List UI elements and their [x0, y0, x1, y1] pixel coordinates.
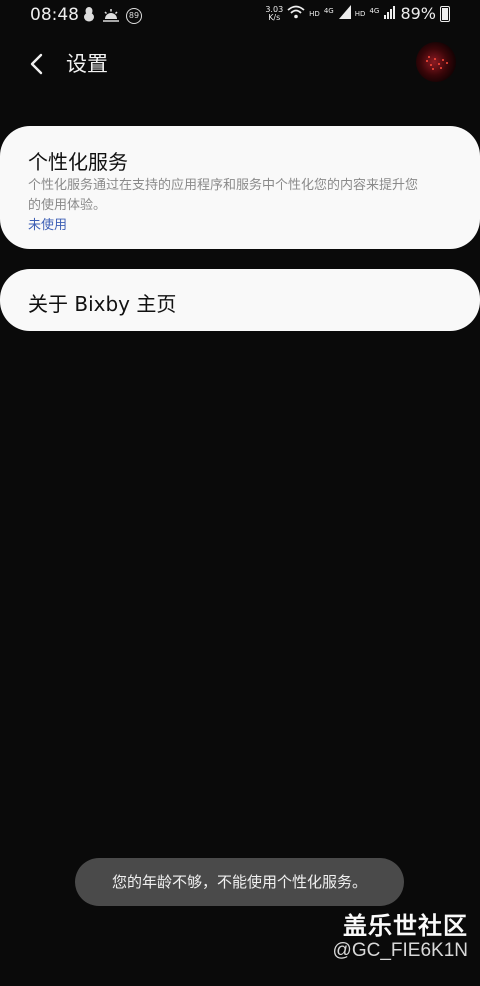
wifi-icon — [287, 4, 305, 23]
penguin-app-icon — [82, 6, 96, 26]
battery-percentage: 89% — [400, 4, 436, 23]
sunrise-weather-icon — [102, 7, 120, 26]
network-speed: 3.03 K/s — [265, 4, 284, 22]
about-bixby-home-item[interactable]: 关于 Bixby 主页 — [0, 269, 480, 331]
profile-avatar[interactable] — [416, 42, 456, 82]
back-button[interactable] — [22, 48, 54, 80]
watermark-title: 盖乐世社区 — [343, 912, 468, 940]
back-arrow-icon — [30, 53, 43, 75]
system-status-icons: 3.03 K/s HD 4G HD 4G 89% — [265, 4, 450, 23]
notification-icons: 89 — [82, 6, 142, 26]
battery-icon — [440, 5, 450, 22]
watermark-handle: @GC_FIE6K1N — [332, 940, 468, 961]
personalized-service-title: 个性化服务 — [28, 150, 128, 174]
hd-indicator-2: HD — [354, 9, 366, 18]
about-bixby-home-label: 关于 Bixby 主页 — [28, 292, 177, 316]
personalized-service-item[interactable]: 个性化服务 个性化服务通过在支持的应用程序和服务中个性化您的内容来提升您的使用体… — [0, 126, 480, 249]
hd-indicator-1: HD — [309, 9, 320, 18]
header-bar: 设置 — [0, 36, 480, 92]
status-bar: 08:48 89 3.03 K/s HD 4G HD 4G 89% — [0, 0, 480, 30]
signal-icon-2: 4G — [369, 4, 396, 23]
notification-count-badge: 89 — [126, 8, 142, 24]
personalized-service-description: 个性化服务通过在支持的应用程序和服务中个性化您的内容来提升您的使用体验。 — [28, 178, 419, 213]
age-restriction-toast: 您的年龄不够，不能使用个性化服务。 — [75, 858, 404, 906]
personalized-service-status: 未使用 — [28, 218, 68, 233]
status-time: 08:48 — [30, 5, 79, 25]
page-title: 设置 — [66, 52, 108, 76]
signal-icon-1: 4G — [324, 4, 351, 23]
